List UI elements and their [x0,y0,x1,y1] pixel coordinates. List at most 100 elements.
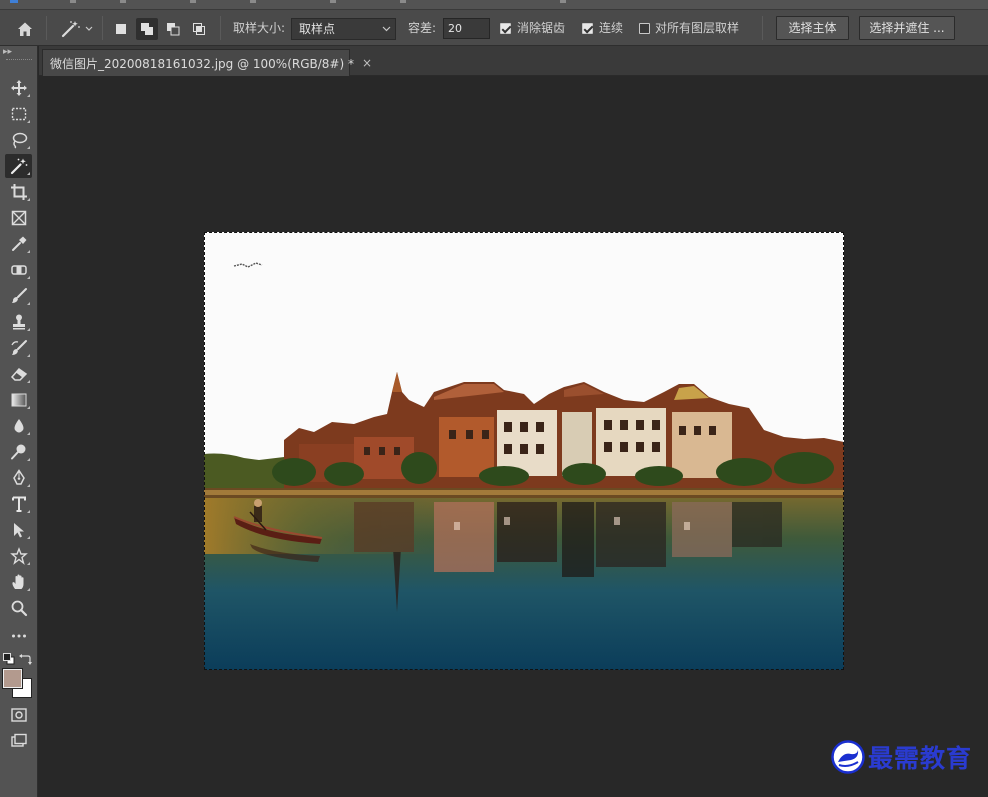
intersect-selection-icon [193,23,205,35]
collapse-panel-icon[interactable]: ▸▸ [3,47,12,57]
screen-mode-button[interactable] [5,729,32,753]
gradient-tool[interactable] [5,388,32,412]
hand-icon [11,574,23,589]
magic-wand-icon [10,158,27,175]
eyedropper-tool[interactable] [5,232,32,256]
crop-icon [10,184,27,200]
tools-panel: ▸▸ [0,46,38,797]
chevron-down-icon [382,26,391,32]
screen-mode-icon [10,733,27,747]
sample-size-label: 取样大小: [233,21,286,35]
menu-fragment [190,0,196,3]
select-subject-button[interactable]: 选择主体 [776,16,849,40]
tolerance-input[interactable]: 20 [443,18,490,39]
frame-icon [11,210,26,226]
shape-icon [9,547,28,565]
subtract-selection-icon [167,23,180,36]
eraser-icon [10,367,27,381]
menu-fragment [120,0,126,3]
quick-mask-button[interactable] [5,703,32,727]
subtract-from-selection-button[interactable] [162,18,184,40]
crop-tool[interactable] [5,180,32,204]
anti-alias-checkbox[interactable] [500,23,511,34]
blur-tool[interactable] [5,414,32,438]
sample-size-value: 取样点 [299,22,336,36]
separator [102,16,103,40]
sample-size-select[interactable]: 取样点 [291,18,396,40]
menu-fragment [560,0,566,3]
magic-wand-icon [61,21,80,38]
path-selection-tool[interactable] [5,518,32,542]
menu-fragment [70,0,76,3]
history-brush-tool[interactable] [5,336,32,360]
tool-preset-picker[interactable] [57,18,95,40]
close-icon[interactable]: × [362,56,372,70]
pen-tool[interactable] [5,466,32,490]
watermark-logo-icon [831,740,865,774]
marquee-icon [11,107,26,121]
quick-mask-icon [10,708,27,722]
zoom-tool[interactable] [5,596,32,620]
rectangular-marquee-tool[interactable] [5,102,32,126]
menu-fragment [400,0,406,3]
document-tab-bar: 微信图片_20200818161032.jpg @ 100%(RGB/8#) *… [39,46,988,76]
magic-wand-tool[interactable] [5,154,32,178]
eraser-tool[interactable] [5,362,32,386]
new-selection-button[interactable] [110,18,132,40]
lake-village-photo [204,232,844,670]
select-and-mask-button[interactable]: 选择并遮住 ... [859,16,955,40]
lasso-tool[interactable] [5,128,32,152]
gradient-icon [11,393,26,407]
clone-stamp-tool[interactable] [5,310,32,334]
bandage-icon [10,265,27,275]
hand-tool[interactable] [5,570,32,594]
default-colors-icon[interactable] [3,653,15,665]
dodge-tool[interactable] [5,440,32,464]
frame-tool[interactable] [5,206,32,230]
menu-fragment [250,0,256,3]
home-button[interactable] [14,18,36,40]
more-icon [11,634,26,638]
dodge-icon [10,444,25,460]
add-to-selection-button[interactable] [136,18,158,40]
type-tool[interactable] [5,492,32,516]
water-drop-icon [14,419,23,433]
add-selection-icon [141,23,153,35]
document-canvas-image[interactable] [204,232,844,670]
separator [46,16,47,40]
sample-all-layers-checkbox[interactable] [639,23,650,34]
swap-colors-icon[interactable] [19,652,32,665]
canvas-area[interactable] [39,77,988,797]
app-logo-icon [10,0,18,3]
pen-icon [12,469,25,485]
chevron-down-icon [85,26,92,31]
custom-shape-tool[interactable] [5,544,32,568]
anti-alias-label: 消除锯齿 [517,21,566,35]
separator [762,16,763,40]
text-icon [11,496,26,512]
options-bar: 取样大小: 取样点 容差: 20 消除锯齿 连续 对所有图层取样 选择主体 选择… [0,10,988,46]
foreground-color-swatch[interactable] [2,668,23,689]
intersect-selection-button[interactable] [188,18,210,40]
brush-tool[interactable] [5,284,32,308]
history-brush-icon [10,340,27,355]
document-tab[interactable]: 微信图片_20200818161032.jpg @ 100%(RGB/8#) *… [42,49,372,76]
panel-grip[interactable] [6,59,32,61]
move-icon [10,80,27,96]
menu-bar-strip [0,0,988,10]
tolerance-label: 容差: [408,21,437,35]
home-icon [18,22,32,36]
contiguous-checkbox[interactable] [582,23,593,34]
contiguous-label: 连续 [599,21,624,35]
stamp-icon [12,314,25,330]
edit-toolbar-button[interactable] [5,624,32,648]
watermark-text: 最需教育 [868,744,973,773]
new-selection-icon [116,24,126,34]
zoom-icon [11,600,27,617]
watermark: 最需教育 [831,740,972,774]
document-tab-title: 微信图片_20200818161032.jpg @ 100%(RGB/8#) * [50,56,354,71]
move-tool[interactable] [5,76,32,100]
brush-icon [11,288,27,303]
healing-brush-tool[interactable] [5,258,32,282]
lasso-icon [12,132,27,149]
